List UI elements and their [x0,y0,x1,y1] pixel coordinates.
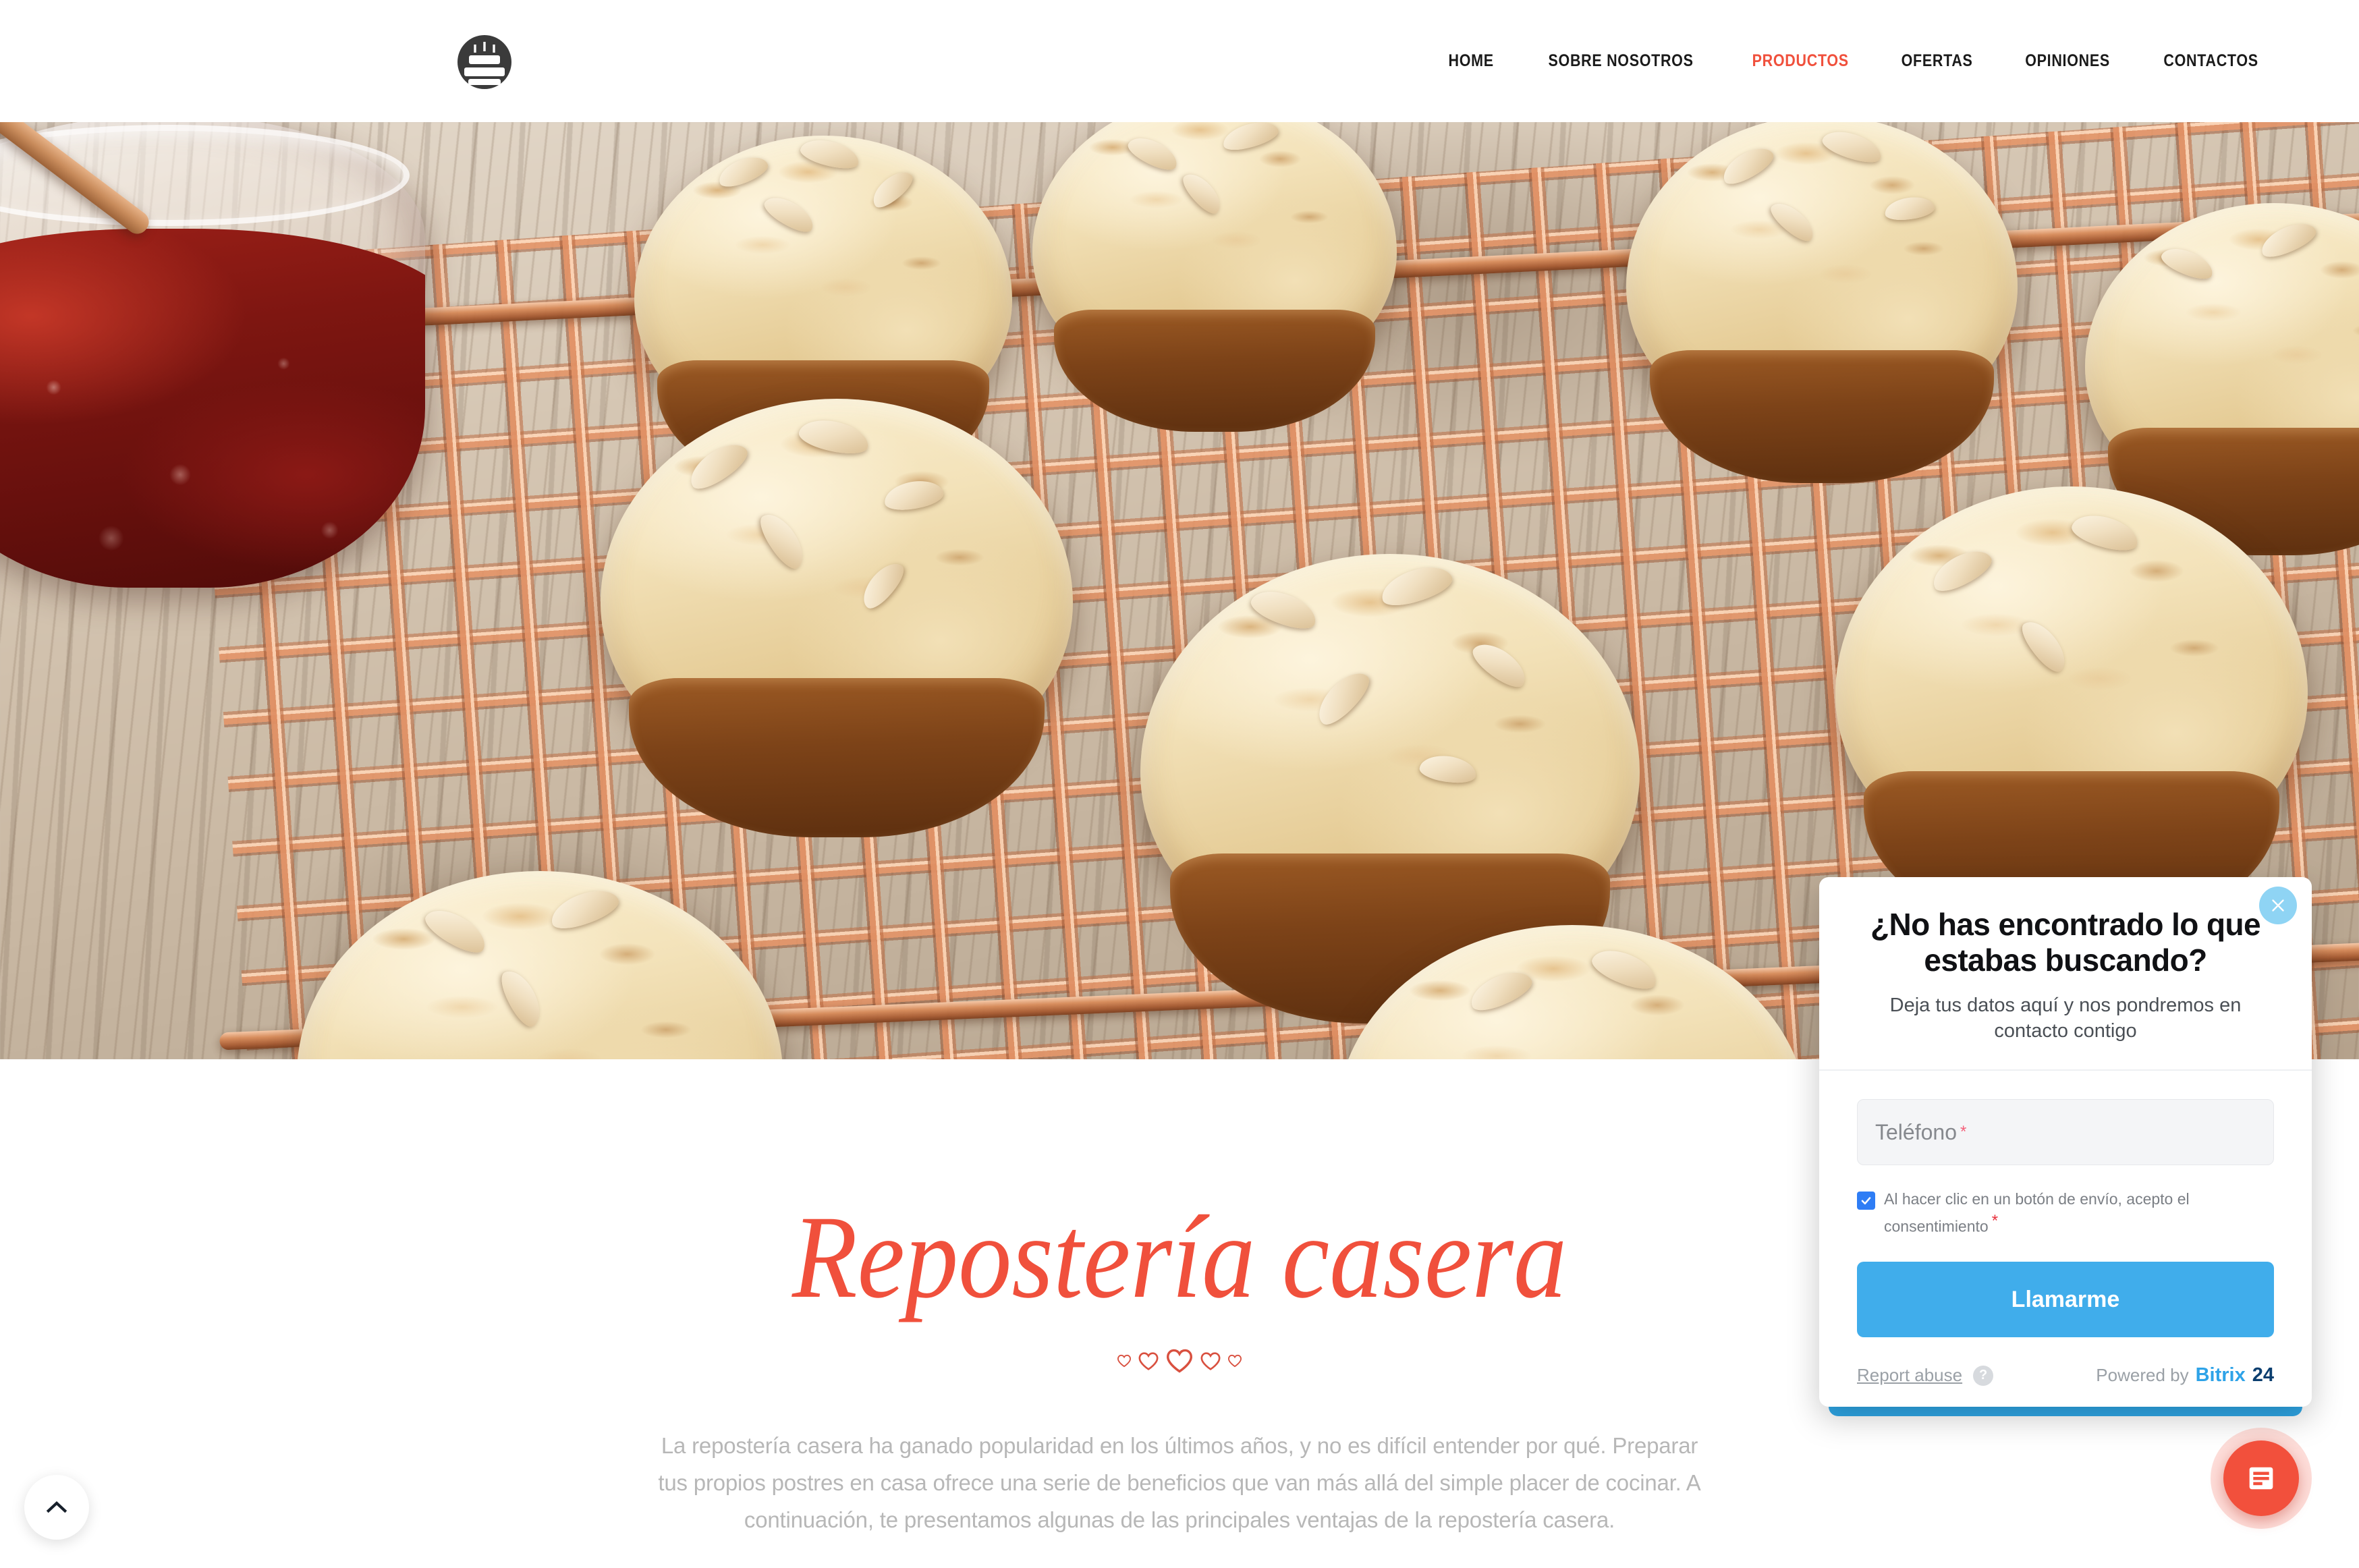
submit-button[interactable]: Llamarme [1857,1262,2274,1338]
intro-paragraph: La repostería casera ha ganado popularid… [658,1433,1701,1532]
muffin [1032,122,1397,432]
bitrix-brand-text: Bitrix [2195,1364,2246,1387]
question-mark-icon[interactable]: ? [1973,1365,1994,1386]
close-icon[interactable] [2259,887,2297,924]
phone-required-mark: * [1960,1123,1967,1142]
popup-header: ¿No has encontrado lo que estabas buscan… [1819,877,2312,1071]
scroll-to-top-button[interactable] [24,1475,89,1540]
form-lines-icon [2249,1467,2273,1490]
consent-required-mark: * [1991,1212,1999,1231]
report-abuse-link[interactable]: Report abuse [1857,1365,1962,1386]
lead-capture-popup: ¿No has encontrado lo que estabas buscan… [1819,877,2312,1417]
popup-subtitle: Deja tus datos aquí y nos pondremos en c… [1889,994,2242,1042]
nav-item-contactos[interactable]: CONTACTOS [2159,47,2263,75]
site-header: HOME SOBRE NOSOTROS PRODUCTOS OFERTAS OP… [0,0,2359,122]
consent-checkbox[interactable] [1857,1192,1875,1210]
checkmark-icon [1861,1197,1871,1205]
close-x-glyph [2272,899,2284,912]
cake-logo-icon [457,35,511,89]
nav-item-opiniones[interactable]: OPINIONES [2020,47,2114,75]
main-navigation: HOME SOBRE NOSOTROS PRODUCTOS OFERTAS OP… [1439,0,2271,122]
muffin [1626,122,2018,484]
popup-body: Teléfono * Al hacer clic en un botón de … [1819,1071,2312,1407]
chat-widget-button[interactable] [2211,1428,2312,1529]
powered-by-bitrix24[interactable]: Powered by Bitrix 24 [2096,1364,2274,1387]
popup-title: ¿No has encontrado lo que estabas buscan… [1870,907,2261,978]
page-root: HOME SOBRE NOSOTROS PRODUCTOS OFERTAS OP… [0,0,2359,1568]
consent-label: Al hacer clic en un botón de envío, acep… [1884,1188,2274,1237]
consent-row: Al hacer clic en un botón de envío, acep… [1857,1188,2274,1237]
popup-footer: Report abuse ? Powered by Bitrix 24 [1857,1364,2274,1387]
consent-text: Al hacer clic en un botón de envío, acep… [1884,1190,2190,1236]
phone-input[interactable]: Teléfono * [1857,1099,2274,1166]
site-logo[interactable] [451,27,518,94]
nav-item-ofertas[interactable]: OFERTAS [1897,47,1978,75]
report-abuse-group: Report abuse ? [1857,1365,1994,1386]
chevron-up-icon [46,1501,67,1513]
powered-by-label: Powered by [2096,1365,2189,1386]
jam-jar [0,122,425,588]
nav-item-productos[interactable]: PRODUCTOS [1748,47,1854,75]
bitrix-brand-number: 24 [2252,1364,2274,1387]
nav-item-home[interactable]: HOME [1443,47,1498,75]
phone-input-placeholder: Teléfono [1875,1119,1957,1144]
nav-item-sobre-nosotros[interactable]: SOBRE NOSOTROS [1543,47,1698,75]
